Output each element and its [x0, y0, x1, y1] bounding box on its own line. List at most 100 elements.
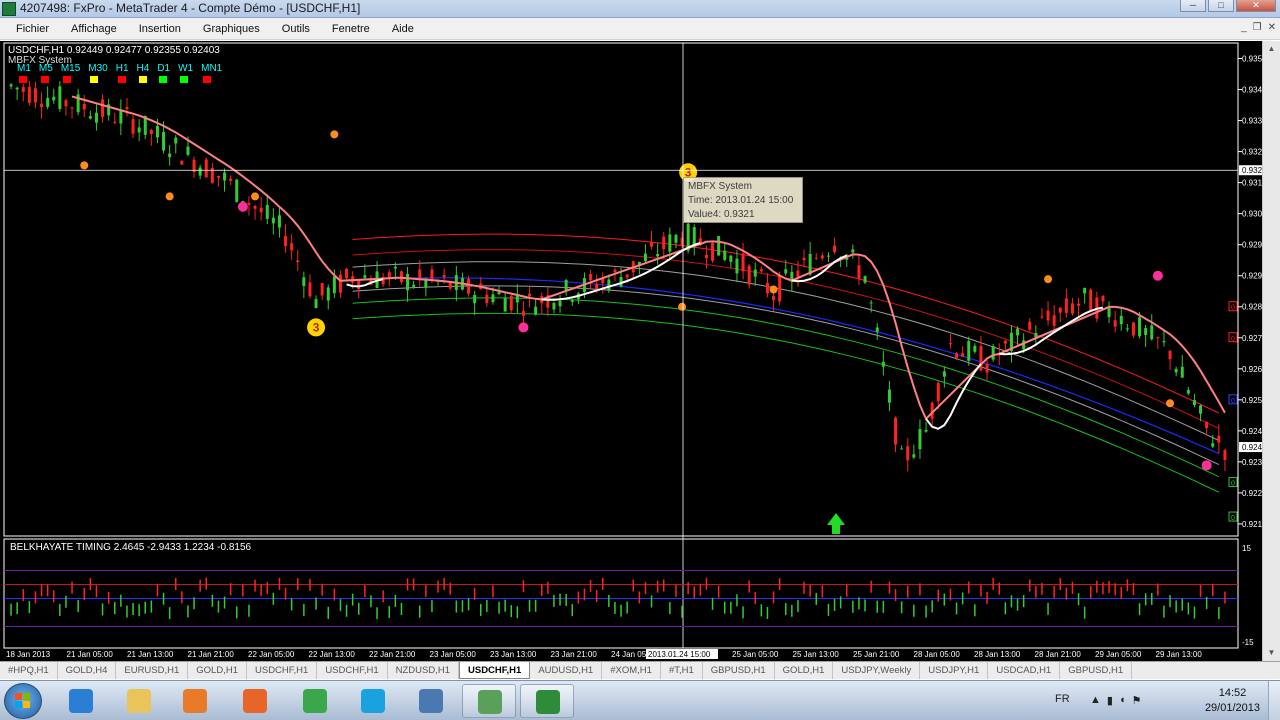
- taskbar-windows-app[interactable]: [404, 684, 458, 718]
- orange-dot-marker: [1166, 399, 1175, 408]
- minimize-button[interactable]: ─: [1180, 0, 1206, 12]
- candle-body: [820, 255, 824, 259]
- taskbar-internet-explorer[interactable]: [54, 684, 108, 718]
- timeframe-signal-square: [203, 76, 212, 83]
- chart-tab[interactable]: USDCAD,H1: [988, 662, 1061, 679]
- price-chart[interactable]: 330.935300.934400.933500.932600.931700.9…: [0, 41, 1262, 661]
- time-axis-label: 25 Jan 05:00: [732, 650, 779, 659]
- price-axis-label: 0.93260: [1242, 148, 1262, 157]
- candle-body: [1156, 337, 1160, 339]
- show-desktop-button[interactable]: [1268, 681, 1280, 720]
- pink-dot-marker: [1201, 460, 1212, 471]
- chart-tab[interactable]: #XOM,H1: [602, 662, 661, 679]
- scroll-down-icon[interactable]: ▼: [1263, 645, 1280, 661]
- media-player-icon: [183, 689, 207, 713]
- tray-arrow-icon[interactable]: ▲: [1090, 694, 1101, 707]
- scroll-up-icon[interactable]: ▲: [1263, 41, 1280, 57]
- taskbar-firefox[interactable]: [228, 684, 282, 718]
- maximize-button[interactable]: □: [1208, 0, 1234, 12]
- chart-tab[interactable]: EURUSD,H1: [116, 662, 189, 679]
- candle-body: [21, 87, 25, 93]
- menu-graphiques[interactable]: Graphiques: [203, 23, 260, 35]
- menu-aide[interactable]: Aide: [392, 23, 414, 35]
- candle-body: [259, 207, 263, 213]
- chart-tab[interactable]: GOLD,H1: [188, 662, 247, 679]
- chart-tab[interactable]: GBPUSD,H1: [703, 662, 775, 679]
- flag-icon[interactable]: ⚑: [1132, 694, 1142, 707]
- network-icon[interactable]: ▮: [1107, 694, 1113, 707]
- crosshair-tooltip: MBFX System Time: 2013.01.24 15:00 Value…: [683, 177, 803, 223]
- candle-body: [223, 172, 227, 181]
- chart-tab[interactable]: USDCHF,H1: [247, 662, 318, 679]
- taskbar-file-explorer[interactable]: [112, 684, 166, 718]
- candle-body: [900, 448, 904, 450]
- start-button[interactable]: [4, 683, 42, 719]
- mdi-close-icon[interactable]: ✕: [1268, 22, 1276, 33]
- candle-body: [412, 284, 416, 287]
- taskbar-media-player[interactable]: [168, 684, 222, 718]
- candle-body: [881, 361, 885, 367]
- price-tag-label: 0.93206: [1242, 166, 1262, 175]
- chart-tab[interactable]: USDJPY,Weekly: [833, 662, 921, 679]
- candle-body: [277, 215, 281, 228]
- candle-body: [271, 217, 275, 224]
- menu-fichier[interactable]: Fichier: [16, 23, 49, 35]
- time-axis-label: 23 Jan 13:00: [490, 650, 537, 659]
- metatrader-icon: [536, 690, 560, 714]
- candle-body: [314, 299, 318, 309]
- vertical-scrollbar[interactable]: ▲ ▼: [1262, 41, 1280, 661]
- taskbar-photo-app[interactable]: [462, 684, 516, 718]
- mdi-restore-icon[interactable]: ❐: [1253, 22, 1262, 33]
- candle-body: [393, 266, 397, 269]
- menu-outils[interactable]: Outils: [282, 23, 310, 35]
- main-chart-frame: [3, 42, 1239, 537]
- candle-body: [613, 269, 617, 273]
- close-button[interactable]: ✕: [1236, 0, 1276, 12]
- language-indicator[interactable]: FR: [1055, 693, 1070, 705]
- mid-blue-band: [352, 277, 1220, 455]
- timeframe-m30: M30: [88, 63, 108, 83]
- candle-body: [1150, 325, 1154, 340]
- chart-tab[interactable]: GBPUSD,H1: [1060, 662, 1133, 679]
- taskbar-chrome[interactable]: [288, 684, 342, 718]
- orange-dot-marker: [330, 130, 339, 139]
- candle-body: [247, 202, 251, 205]
- candle-body: [137, 127, 141, 133]
- orange-dot-marker: [1044, 275, 1053, 284]
- menu-fenetre[interactable]: Fenetre: [332, 23, 370, 35]
- candle-body: [186, 146, 190, 155]
- menu-insertion[interactable]: Insertion: [139, 23, 181, 35]
- candle-body: [887, 389, 891, 403]
- chart-tab[interactable]: GOLD,H4: [58, 662, 117, 679]
- chart-tab[interactable]: GOLD,H1: [775, 662, 834, 679]
- tooltip-name: MBFX System: [688, 181, 752, 192]
- candle-body: [1144, 328, 1148, 335]
- chart-tab[interactable]: NZDUSD,H1: [388, 662, 459, 679]
- window-controls: ─ □ ✕: [1180, 0, 1276, 14]
- chart-window[interactable]: 330.935300.934400.933500.932600.931700.9…: [0, 41, 1280, 661]
- candle-body: [778, 275, 782, 302]
- volume-icon[interactable]: ◖: [1119, 694, 1126, 707]
- timeframe-mn1: MN1: [201, 63, 222, 83]
- chart-tab[interactable]: #HPQ,H1: [0, 662, 58, 679]
- chart-tab[interactable]: AUDUSD,H1: [530, 662, 603, 679]
- candle-body: [15, 87, 19, 90]
- candle-body: [961, 353, 965, 357]
- candle-body: [1077, 303, 1081, 306]
- mdi-minimize-icon[interactable]: _: [1241, 22, 1247, 33]
- chart-tab[interactable]: USDCHF,H1: [459, 662, 531, 679]
- candle-body: [802, 257, 806, 261]
- taskbar-skype[interactable]: [346, 684, 400, 718]
- menu-affichage[interactable]: Affichage: [71, 23, 117, 35]
- candle-body: [155, 125, 159, 138]
- skype-icon: [361, 689, 385, 713]
- lower-green-band: [352, 297, 1220, 478]
- taskbar-metatrader[interactable]: [520, 684, 574, 718]
- timeframe-signal-square: [40, 76, 49, 83]
- chart-tab[interactable]: USDJPY,H1: [920, 662, 989, 679]
- price-axis-label: 0.93170: [1242, 179, 1262, 188]
- chart-tab[interactable]: USDCHF,H1: [317, 662, 388, 679]
- candle-body: [1089, 289, 1093, 312]
- taskbar-clock[interactable]: 14:52 29/01/2013: [1205, 686, 1260, 716]
- chart-tab[interactable]: #T,H1: [661, 662, 703, 679]
